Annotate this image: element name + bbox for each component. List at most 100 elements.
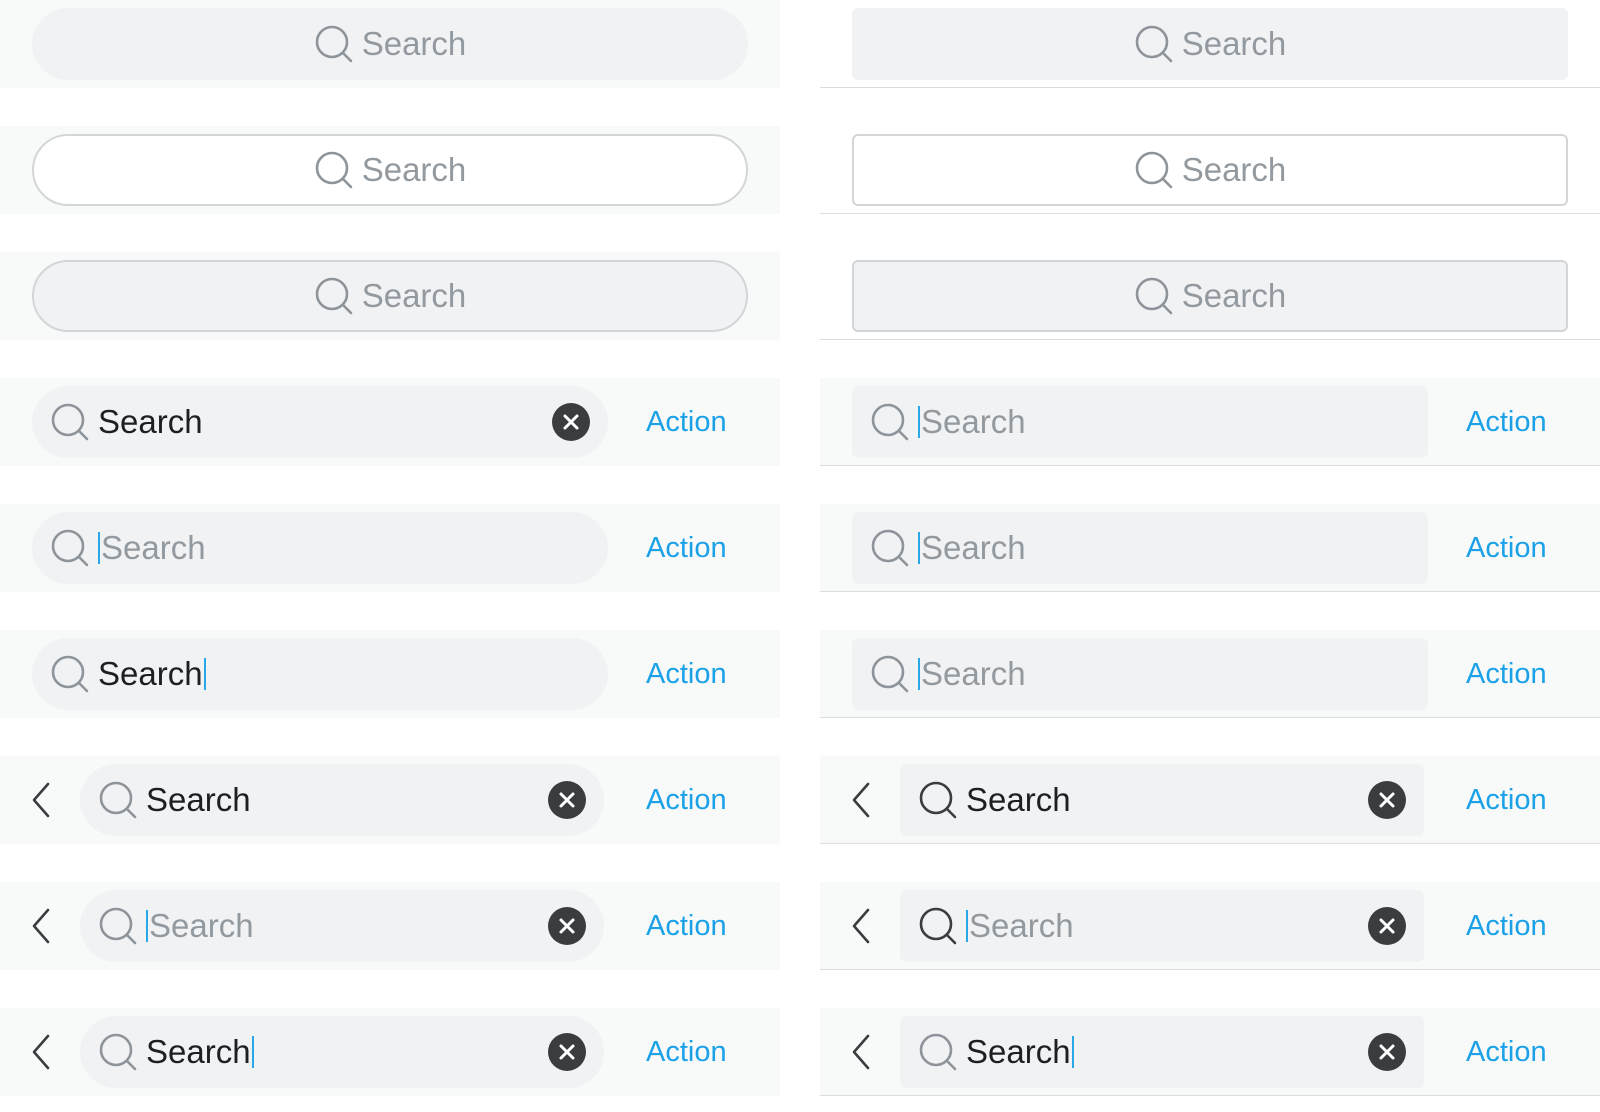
search-input[interactable]: Search <box>852 134 1568 206</box>
search-input[interactable]: Search <box>900 1016 1424 1088</box>
action-button[interactable]: Action <box>646 882 727 970</box>
search-input[interactable]: Search <box>852 260 1568 332</box>
clear-icon[interactable] <box>1368 781 1406 819</box>
clear-icon[interactable] <box>548 1033 586 1071</box>
text-caret <box>918 532 920 564</box>
text-caret <box>918 658 920 690</box>
search-icon <box>98 1032 138 1072</box>
search-icon <box>314 150 354 190</box>
search-input[interactable]: Search <box>32 260 748 332</box>
action-button[interactable]: Action <box>1466 378 1547 466</box>
text-caret <box>918 406 920 438</box>
text-caret <box>203 658 206 690</box>
search-row: Search Action <box>0 630 780 718</box>
clear-icon[interactable] <box>548 907 586 945</box>
search-placeholder: Search <box>1181 25 1287 62</box>
search-icon <box>50 402 90 442</box>
search-icon <box>1134 276 1174 316</box>
search-placeholder: Search <box>1181 277 1287 314</box>
search-row: Search <box>0 252 780 340</box>
search-row: Search Action <box>820 378 1600 466</box>
search-icon <box>870 402 910 442</box>
search-row: Search Action <box>820 882 1600 970</box>
back-chevron-icon[interactable] <box>848 780 876 820</box>
clear-icon[interactable] <box>1368 907 1406 945</box>
search-icon <box>870 528 910 568</box>
action-button[interactable]: Action <box>1466 756 1547 844</box>
search-row: Search <box>820 252 1600 340</box>
search-placeholder: Search <box>361 25 467 62</box>
search-input[interactable]: Search <box>852 386 1428 458</box>
search-value: Search <box>966 1033 1071 1070</box>
text-caret <box>146 910 148 942</box>
search-icon <box>918 780 958 820</box>
action-button[interactable]: Action <box>1466 630 1547 718</box>
action-button[interactable]: Action <box>646 378 727 466</box>
search-value: Search <box>146 781 251 818</box>
search-row: Search Action <box>820 1008 1600 1096</box>
search-input[interactable]: Search <box>32 638 608 710</box>
search-placeholder: Search <box>921 529 1026 566</box>
back-chevron-icon[interactable] <box>848 906 876 946</box>
search-icon <box>98 780 138 820</box>
search-icon <box>918 906 958 946</box>
search-placeholder: Search <box>361 151 467 188</box>
action-button[interactable]: Action <box>1466 504 1547 592</box>
search-input[interactable]: Search <box>852 638 1428 710</box>
search-input[interactable]: Search <box>900 764 1424 836</box>
search-row: Search Action <box>0 1008 780 1096</box>
clear-icon[interactable] <box>548 781 586 819</box>
search-value: Search <box>966 781 1071 818</box>
search-input[interactable]: Search <box>80 764 604 836</box>
search-icon <box>50 654 90 694</box>
search-input[interactable]: Search <box>900 890 1424 962</box>
search-icon <box>98 906 138 946</box>
search-icon <box>1134 24 1174 64</box>
back-chevron-icon[interactable] <box>28 906 56 946</box>
search-icon <box>870 654 910 694</box>
text-caret <box>966 910 968 942</box>
search-value: Search <box>98 655 203 692</box>
action-button[interactable]: Action <box>1466 1008 1547 1096</box>
search-icon <box>314 276 354 316</box>
action-button[interactable]: Action <box>646 630 727 718</box>
search-input[interactable]: Search <box>32 134 748 206</box>
search-placeholder: Search <box>149 907 254 944</box>
search-placeholder: Search <box>969 907 1074 944</box>
search-input[interactable]: Search <box>852 8 1568 80</box>
search-row: Search Action <box>0 882 780 970</box>
text-caret <box>1071 1036 1074 1068</box>
action-button[interactable]: Action <box>646 756 727 844</box>
search-input[interactable]: Search <box>80 1016 604 1088</box>
search-placeholder: Search <box>1181 151 1287 188</box>
search-value: Search <box>146 1033 251 1070</box>
search-row: Search <box>820 0 1600 88</box>
search-icon <box>918 1032 958 1072</box>
search-placeholder: Search <box>361 277 467 314</box>
search-icon <box>314 24 354 64</box>
action-button[interactable]: Action <box>1466 882 1547 970</box>
search-input[interactable]: Search <box>852 512 1428 584</box>
search-input[interactable]: Search <box>32 512 608 584</box>
search-icon <box>50 528 90 568</box>
search-row: Search Action <box>820 504 1600 592</box>
search-row: Search Action <box>0 504 780 592</box>
search-row: Search <box>0 0 780 88</box>
clear-icon[interactable] <box>1368 1033 1406 1071</box>
clear-icon[interactable] <box>552 403 590 441</box>
search-row: Search <box>0 126 780 214</box>
search-row: Search Action <box>0 756 780 844</box>
search-row: Search Action <box>0 378 780 466</box>
back-chevron-icon[interactable] <box>28 780 56 820</box>
back-chevron-icon[interactable] <box>848 1032 876 1072</box>
search-placeholder: Search <box>101 529 206 566</box>
search-input[interactable]: Search <box>32 8 748 80</box>
search-input[interactable]: Search <box>32 386 608 458</box>
action-button[interactable]: Action <box>646 1008 727 1096</box>
search-row: Search <box>820 126 1600 214</box>
text-caret <box>251 1036 254 1068</box>
search-placeholder: Search <box>921 403 1026 440</box>
action-button[interactable]: Action <box>646 504 727 592</box>
search-input[interactable]: Search <box>80 890 604 962</box>
back-chevron-icon[interactable] <box>28 1032 56 1072</box>
